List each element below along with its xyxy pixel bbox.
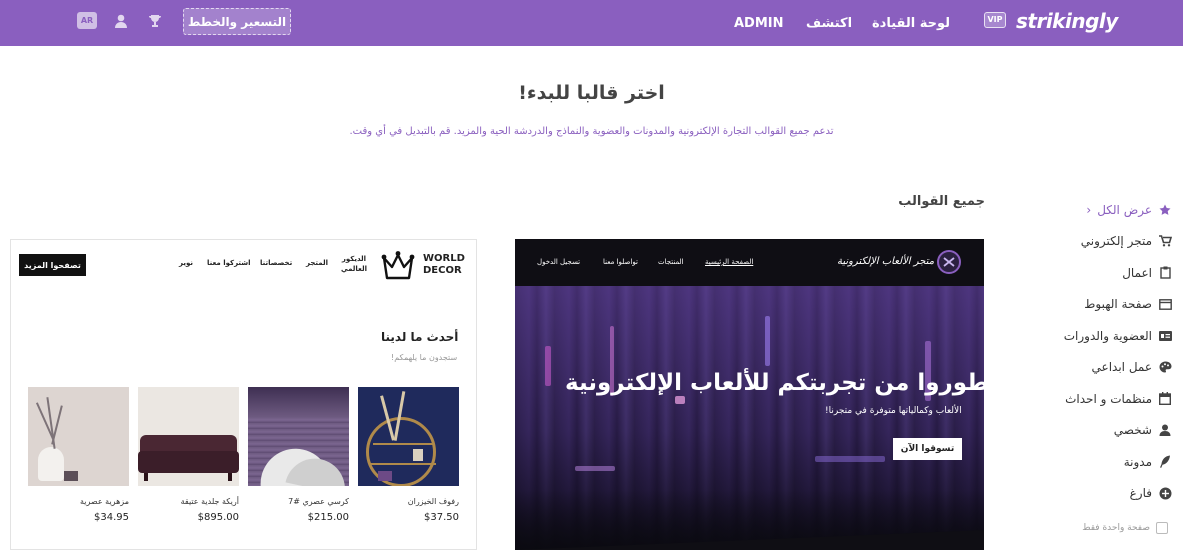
- template-card-gaming-store[interactable]: متجر الألعاب الإلكترونية الصفحة الرئيسية…: [515, 239, 984, 550]
- nav-discover-link[interactable]: اكتشف: [806, 0, 852, 46]
- sidebar-item-label: العضوية والدورات: [1063, 328, 1152, 343]
- nav-dashboard-link[interactable]: لوحة القيادة: [872, 0, 950, 46]
- hero-slant: [515, 530, 984, 550]
- sidebar-item-label: مدونة: [1123, 454, 1152, 469]
- sidebar-item-organizations-events[interactable]: منظمات و احداث: [1060, 383, 1172, 415]
- product-price: $34.95: [94, 512, 129, 523]
- decor-nav-specialties: تخصصاتنا: [260, 259, 293, 267]
- product-name: مزهرية عصرية: [79, 497, 129, 506]
- calendar-icon: [1158, 392, 1172, 406]
- sidebar-item-label: شخصي: [1113, 423, 1152, 438]
- strikingly-logo[interactable]: strikingly: [1016, 9, 1118, 33]
- template-preview-nav: متجر الألعاب الإلكترونية الصفحة الرئيسية…: [515, 239, 984, 286]
- gaming-hero-image: طوروا من تجربتكم للألعاب الإلكترونية الأ…: [515, 286, 984, 550]
- sidebar-item-business[interactable]: اعمال: [1060, 257, 1172, 289]
- decor-nav-noir: نوير: [179, 259, 193, 267]
- single-page-filter[interactable]: صفحة واحدة فقط: [1040, 520, 1168, 536]
- sidebar-item-all[interactable]: عرض الكل ‹: [1060, 194, 1172, 226]
- product-name: كرسي عصري #7: [288, 497, 349, 506]
- sidebar-item-personal[interactable]: شخصي: [1060, 415, 1172, 447]
- product-name: رفوف الخيزران: [407, 497, 459, 506]
- top-navigation-bar: strikingly VIP لوحة القيادة اكتشف ADMIN …: [0, 0, 1183, 46]
- sidebar-item-label: عرض الكل: [1097, 202, 1152, 217]
- product-price: $37.50: [424, 512, 459, 523]
- user-icon[interactable]: [110, 10, 132, 32]
- decor-browse-more-button: تصفحوا المزيد: [19, 254, 86, 276]
- sidebar-item-label: اعمال: [1122, 265, 1152, 280]
- page-title: اختر قالبا للبدء!: [518, 82, 665, 104]
- sidebar-item-label: صفحة الهبوط: [1084, 297, 1152, 312]
- sidebar-item-membership[interactable]: العضوية والدورات: [1060, 320, 1172, 352]
- sidebar-item-label: فارغ: [1129, 486, 1152, 501]
- gaming-nav-products: المنتجات: [658, 258, 684, 266]
- gaming-nav-contact: تواصلوا معنا: [603, 258, 638, 266]
- browser-window-icon: [1158, 297, 1172, 311]
- product-image-bamboo-shelves: [358, 387, 459, 486]
- crown-logo-icon: [381, 250, 415, 286]
- section-title: جميع القوالب: [898, 194, 985, 209]
- single-page-label: صفحة واحدة فقط: [1082, 523, 1150, 533]
- gaming-shop-now-button: تسوقوا الآن: [893, 438, 962, 460]
- decor-brand-line2: DECOR: [423, 265, 462, 276]
- star-icon: [1158, 203, 1172, 217]
- gaming-logo-icon: [937, 250, 961, 274]
- category-sidebar: عرض الكل ‹ متجر إلكتروني اعمال صفحة الهب…: [1060, 194, 1172, 509]
- sidebar-item-label: منظمات و احداث: [1065, 391, 1152, 406]
- product-name: أريكة جلدية عتيقة: [180, 497, 239, 506]
- gaming-nav-login: تسجيل الدخول: [537, 258, 581, 266]
- id-card-icon: [1158, 329, 1172, 343]
- plus-circle-icon: [1158, 486, 1172, 500]
- person-icon: [1158, 423, 1172, 437]
- sidebar-item-label: عمل ابداعي: [1091, 360, 1152, 375]
- sidebar-item-creative[interactable]: عمل ابداعي: [1060, 352, 1172, 384]
- product-image-leather-sofa: [138, 387, 239, 486]
- product-image-modern-chair: [248, 387, 349, 486]
- sidebar-item-blank[interactable]: فارغ: [1060, 478, 1172, 510]
- sidebar-item-blog[interactable]: مدونة: [1060, 446, 1172, 478]
- product-image-modern-vase: [28, 387, 129, 486]
- decor-nav-subscribe: اشتركوا معنا: [207, 259, 251, 267]
- gaming-hero-title: طوروا من تجربتكم للألعاب الإلكترونية: [565, 370, 984, 396]
- decor-nav-store: المتجر: [306, 259, 328, 267]
- sidebar-item-label: متجر إلكتروني: [1080, 234, 1152, 249]
- single-page-checkbox[interactable]: [1156, 522, 1168, 534]
- product-price: $895.00: [197, 512, 239, 523]
- template-card-world-decor[interactable]: WORLD DECOR الديكور العالمي المتجر تخصصا…: [10, 239, 477, 550]
- gaming-store-name: متجر الألعاب الإلكترونية: [837, 256, 935, 267]
- gaming-hero-subtitle: الألعاب وكمالياتها متوفرة في متجرنا!: [825, 406, 962, 416]
- gaming-nav-home: الصفحة الرئيسية: [705, 258, 754, 266]
- sidebar-item-landing-page[interactable]: صفحة الهبوط: [1060, 289, 1172, 321]
- decor-brand-line1: WORLD: [423, 253, 465, 264]
- palette-icon: [1158, 360, 1172, 374]
- sidebar-item-ecommerce[interactable]: متجر إلكتروني: [1060, 226, 1172, 258]
- nav-admin-link[interactable]: ADMIN: [734, 0, 784, 46]
- trophy-icon[interactable]: [144, 10, 166, 32]
- vip-badge: VIP: [984, 12, 1006, 28]
- cart-icon: [1158, 234, 1172, 248]
- chevron-left-icon: ‹: [1086, 202, 1092, 217]
- decor-section-subtitle: ستجدون ما يلهمكم!: [391, 353, 458, 362]
- language-badge[interactable]: AR: [77, 12, 97, 29]
- feather-icon: [1158, 455, 1172, 469]
- decor-nav-home: الديكور العالمي: [340, 255, 367, 273]
- decor-section-title: أحدث ما لدينا: [381, 330, 459, 344]
- pricing-plans-button[interactable]: التسعير والخطط: [183, 8, 291, 35]
- clipboard-icon: [1158, 266, 1172, 280]
- product-price: $215.00: [307, 512, 349, 523]
- page-subtitle: تدعم جميع القوالب التجارة الإلكترونية وا…: [349, 126, 834, 137]
